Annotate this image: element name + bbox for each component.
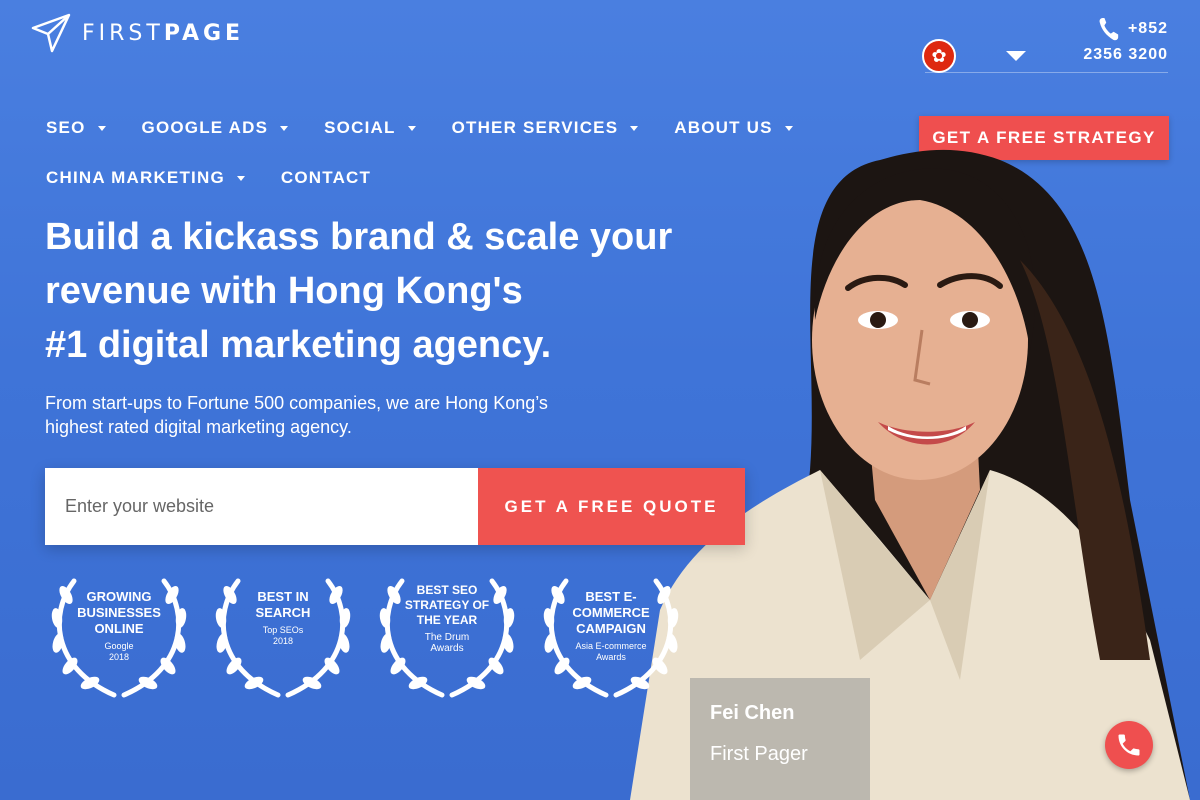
award-subtitle: 2018 [108,652,130,662]
award-subtitle: Google [104,641,134,651]
get-free-quote-button[interactable]: GET A FREE QUOTE [478,468,745,545]
person-role: First Pager [710,743,808,765]
nav-item-other-services[interactable]: OTHER SERVICES [452,112,639,144]
award-title: GROWING BUSINESSES ONLINE [77,589,161,636]
award-subtitle: 2018 [272,636,294,646]
award-subtitle: Awards [430,643,464,654]
header-phone[interactable]: +852 2356 3200 [1083,16,1168,68]
award-title: BEST SEO STRATEGY OF THE YEAR [404,583,490,627]
phone-icon [1118,734,1140,756]
award-subtitle: The Drum [424,632,470,643]
hero-title: Build a kickass brand & scale your reven… [45,216,673,366]
caret-down-icon [236,175,245,181]
nav-item-china-marketing[interactable]: CHINA MARKETING [46,162,245,194]
caret-down-icon [280,125,289,131]
phone-code: +852 [1127,20,1168,37]
person-name: Fei Chen [710,702,795,724]
phone-number: 2356 3200 [1083,46,1168,63]
award-subtitle: Top SEOs [262,625,304,635]
person-name-card: Fei Chen First Pager [690,678,870,800]
nav-item-seo[interactable]: SEO [46,112,106,144]
caret-down-icon [407,125,416,131]
nav-item-social[interactable]: SOCIAL [324,112,416,144]
caret-down-icon [630,125,639,131]
nav-item-contact[interactable]: CONTACT [281,162,371,194]
nav-item-google-ads[interactable]: GOOGLE ADS [142,112,289,144]
award-title: BEST IN SEARCH [255,589,311,620]
caret-down-icon [784,125,793,131]
header-divider [925,72,1168,73]
website-input[interactable] [45,468,478,545]
hong-kong-flag-icon[interactable]: ✿ [922,39,956,73]
hero-subtitle: From start-ups to Fortune 500 companies,… [45,393,548,437]
award-badge: GROWING BUSINESSES ONLINE Google 2018 [44,573,194,701]
award-badge: BEST E-COMMERCE CAMPAIGN Asia E-commerce… [536,573,686,701]
quote-form: GET A FREE QUOTE [45,468,745,545]
phone-icon [1099,18,1119,41]
award-badge: BEST SEO STRATEGY OF THE YEAR The Drum A… [372,573,522,701]
paper-plane-icon [31,13,71,53]
award-title: BEST E-COMMERCE CAMPAIGN [572,589,650,636]
award-badge: BEST IN SEARCH Top SEOs 2018 [208,573,358,701]
awards-row: GROWING BUSINESSES ONLINE Google 2018 BE… [44,573,686,701]
logo-text: FIRSTPAGE [82,20,245,46]
language-dropdown-caret-icon[interactable] [1006,51,1026,61]
logo[interactable]: FIRSTPAGE [30,12,244,54]
caret-down-icon [97,125,106,131]
call-button[interactable] [1105,721,1153,769]
award-subtitle: Asia E-commerce [575,641,647,651]
award-subtitle: Awards [596,652,626,662]
